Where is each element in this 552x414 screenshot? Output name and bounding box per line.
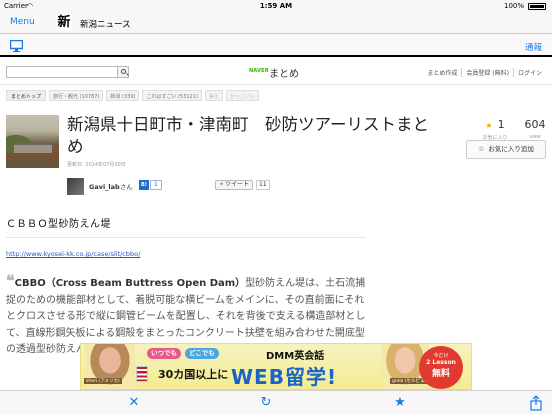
ad-tag-anytime: いつでも bbox=[147, 348, 181, 359]
search-input[interactable] bbox=[6, 66, 118, 78]
report-button[interactable]: 通報 bbox=[525, 41, 542, 53]
author-name[interactable]: Gavi_labさん bbox=[89, 181, 133, 191]
status-time: 1:59 AM bbox=[259, 2, 293, 10]
favorites-count: ★ 1 お気に入り bbox=[480, 113, 510, 141]
tag-niigata[interactable]: 新潟 (339) bbox=[106, 90, 140, 101]
app-navbar: Menu 新 新潟ニュース bbox=[0, 12, 552, 34]
tag-travel[interactable]: 旅行・観光 (10787) bbox=[49, 90, 104, 101]
app-title: 新潟ニュース bbox=[80, 20, 131, 30]
battery-icon bbox=[528, 3, 546, 10]
article-thumbnail bbox=[6, 115, 59, 168]
register-link[interactable]: 会員登録 (無料) bbox=[461, 68, 513, 77]
close-icon[interactable]: ✕ bbox=[126, 395, 142, 411]
tag-beautiful[interactable]: 美え bbox=[204, 90, 223, 101]
favorites-number: 1 bbox=[497, 118, 505, 131]
tweet-button[interactable]: ✦ツイート bbox=[215, 180, 254, 190]
star-icon: ★ bbox=[485, 121, 493, 130]
add-favorite-button[interactable]: ☆ お気に入り追加 bbox=[466, 140, 546, 159]
ad-free-badge: 今だけ 2 Lesson 無料 bbox=[419, 346, 463, 389]
matome-logo[interactable]: まとめ bbox=[269, 65, 299, 80]
breadcrumb: まとめトップ 旅行・観光 (10787) 新潟 (339) これはすごい (53… bbox=[6, 90, 259, 101]
section-heading: ＣＢＢＯ型砂防えん堤 bbox=[6, 215, 366, 238]
ad-headline: WEB留学! bbox=[231, 365, 338, 389]
avatar[interactable] bbox=[67, 178, 84, 195]
header-links: まとめ作成 会員登録 (無料) ログイン bbox=[423, 68, 546, 77]
twitter-icon: ✦ bbox=[219, 181, 225, 188]
source-link[interactable]: http://www.kyosei-kk.co.jp/case/slit/cbb… bbox=[6, 250, 140, 258]
battery-percent: 100% bbox=[503, 2, 524, 10]
status-bar: Carrier ◠ 1:59 AM 100% bbox=[0, 0, 552, 12]
secondary-toolbar: 通報 bbox=[0, 34, 552, 57]
site-header: NAVER まとめ まとめ作成 会員登録 (無料) ログイン bbox=[0, 57, 552, 85]
ad-brand: DMM英会話 bbox=[266, 351, 325, 362]
ad-countries: 30カ国以上に bbox=[158, 368, 229, 381]
tag-amazing[interactable]: これはすごい (53121) bbox=[142, 90, 202, 101]
reload-icon[interactable]: ↻ bbox=[258, 395, 274, 411]
quote-icon: ❝ bbox=[6, 271, 15, 290]
web-content: NAVER まとめ まとめ作成 会員登録 (無料) ログイン まとめトップ 旅行… bbox=[0, 57, 552, 390]
views-number: 604 bbox=[524, 118, 546, 131]
app-logo: 新 bbox=[56, 14, 72, 31]
search-icon bbox=[121, 69, 126, 74]
breadcrumb-home[interactable]: まとめトップ bbox=[6, 90, 47, 101]
search-button[interactable] bbox=[117, 66, 129, 78]
tag-cool[interactable]: かっこいい bbox=[225, 90, 259, 101]
bottom-toolbar: ✕ ↻ ★ bbox=[0, 390, 552, 414]
naver-logo[interactable]: NAVER bbox=[249, 68, 269, 74]
menu-button[interactable]: Menu bbox=[10, 17, 35, 27]
hatena-bookmark-button[interactable]: B! bbox=[139, 180, 149, 190]
share-icon[interactable] bbox=[528, 395, 544, 411]
create-matome-link[interactable]: まとめ作成 bbox=[423, 68, 461, 77]
login-link[interactable]: ログイン bbox=[512, 68, 546, 77]
hatena-count[interactable]: 1 bbox=[150, 180, 162, 190]
star-outline-icon: ☆ bbox=[478, 145, 485, 153]
us-flag-icon bbox=[136, 366, 148, 382]
ad-tag-anywhere: どこでも bbox=[185, 348, 219, 359]
views-count: 604 view bbox=[522, 113, 548, 140]
monitor-icon[interactable] bbox=[10, 40, 23, 52]
article-title: 新潟県十日町市・津南町 砂防ツアーリストまとめ bbox=[67, 115, 430, 156]
ad-banner[interactable]: sheri (アメリカ) いつでも どこでも DMM英会話 30カ国以上に WE… bbox=[80, 343, 472, 390]
add-favorite-label: お気に入り追加 bbox=[488, 145, 534, 153]
ad-name-1: sheri (アメリカ) bbox=[84, 378, 122, 384]
star-icon[interactable]: ★ bbox=[392, 395, 408, 411]
update-date: 更新日: 2014年07月30日 bbox=[67, 162, 126, 168]
tweet-count[interactable]: 11 bbox=[256, 180, 270, 190]
